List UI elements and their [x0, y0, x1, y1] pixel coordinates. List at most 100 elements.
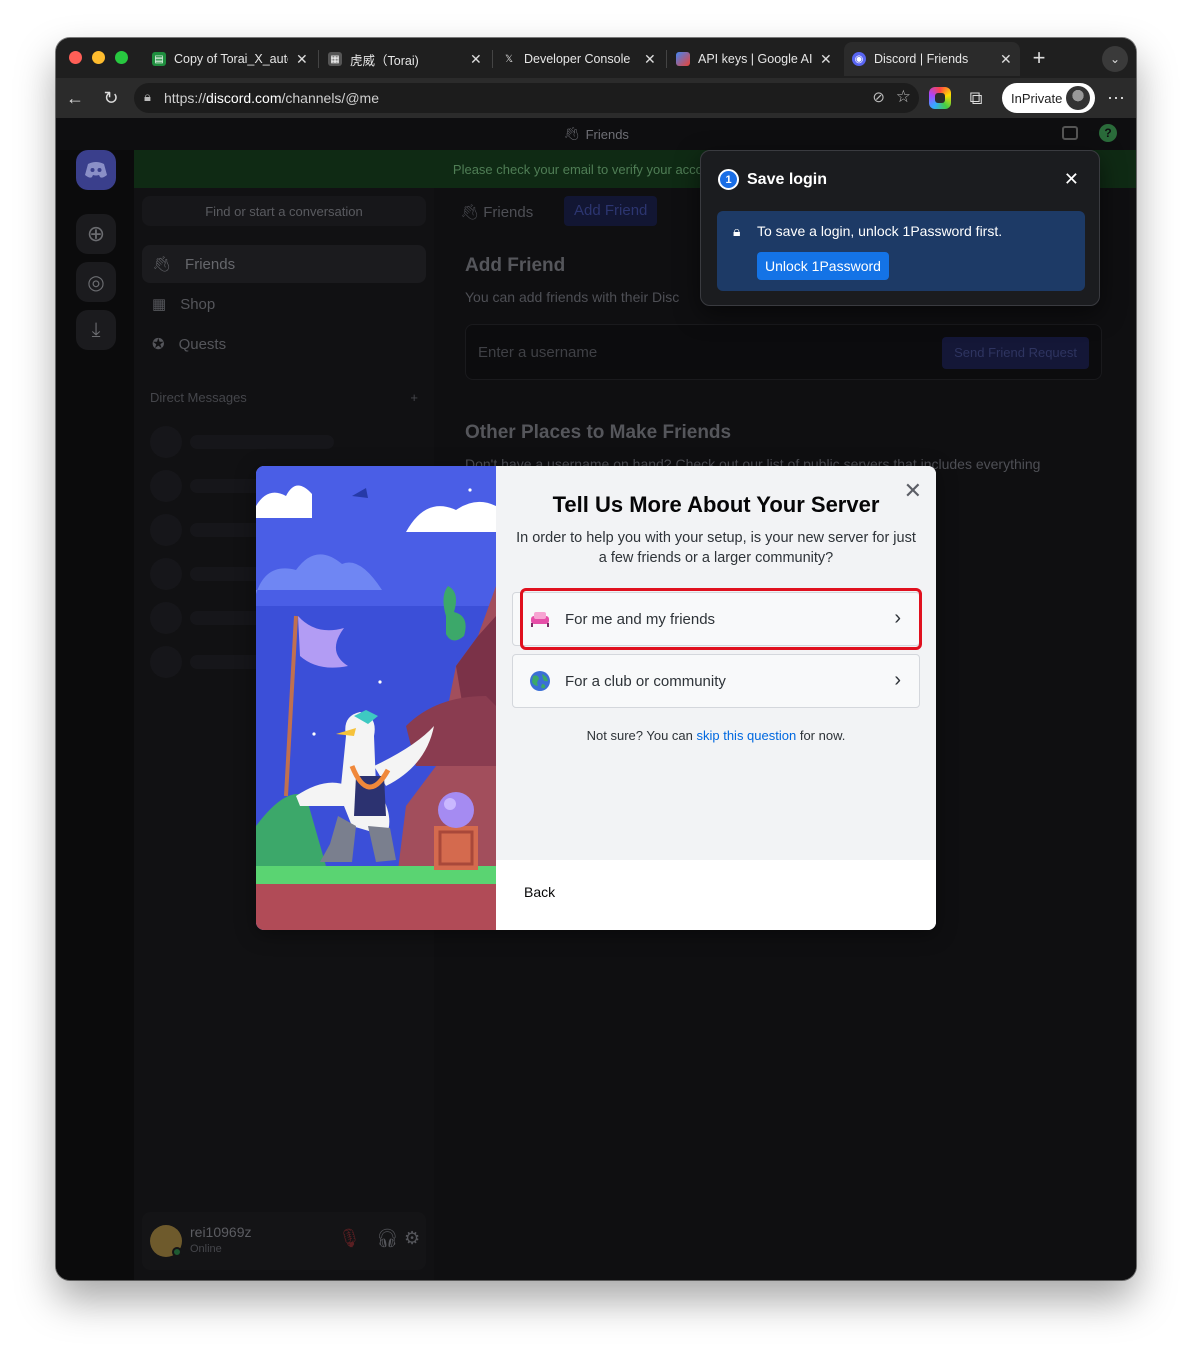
inbox-icon[interactable] [1062, 126, 1078, 140]
add-server-icon[interactable]: ⊕ [76, 214, 116, 254]
username-input[interactable]: Enter a username Send Friend Request [465, 324, 1102, 380]
color-extension-icon[interactable] [929, 87, 951, 109]
chevron-right-icon: › [894, 607, 901, 629]
sidebar-item-quests[interactable]: ✪ Quests [142, 325, 426, 363]
add-friend-title: Add Friend [465, 255, 566, 276]
tab-label: Discord | Friends [874, 52, 969, 66]
torai-icon: ▦ [328, 52, 342, 66]
profile-avatar [1066, 86, 1090, 110]
url-path: /channels/@me [281, 90, 379, 106]
x-logo-icon: 𝕏 [504, 53, 514, 65]
url-domain: discord.com [206, 90, 282, 106]
onepassword-message: To save a login, unlock 1Password first. [757, 223, 1003, 239]
tab-api-keys[interactable]: API keys | Google AI ✕ [668, 44, 840, 74]
download-apps-icon[interactable]: ⤓ [76, 310, 116, 350]
discover-compass-icon[interactable]: ◎ [76, 262, 116, 302]
server-list: ⊕ ◎ ⤓ [56, 150, 134, 1280]
sidebar-item-shop[interactable]: ▦ Shop [142, 285, 426, 323]
direct-messages-label: Direct Messages [150, 390, 247, 405]
close-window-button[interactable] [69, 51, 82, 64]
tab-label: Copy of Torai_X_auto [174, 52, 288, 66]
tracking-prevention-icon[interactable]: ⊘ [872, 88, 885, 106]
option-label: For me and my friends [565, 610, 716, 628]
quests-icon: ✪ [152, 336, 165, 353]
header-friends-label: Friends [483, 204, 534, 221]
server-setup-modal: Tell Us More About Your Server ✕ In orde… [256, 466, 936, 930]
help-icon[interactable]: ? [1099, 124, 1117, 142]
friends-wave-icon: 👋︎ [563, 126, 580, 141]
favorite-star-icon[interactable]: ☆ [896, 87, 911, 107]
headphones-icon[interactable]: 🎧︎ [376, 1228, 399, 1249]
close-tab-icon[interactable]: ✕ [644, 51, 656, 68]
onepassword-save-login-popup: 1 Save login ✕ 🔒︎ To save a login, unloc… [700, 150, 1100, 306]
unlock-onepassword-button[interactable]: Unlock 1Password [757, 252, 889, 280]
modal-subtitle: In order to help you with your setup, is… [516, 530, 916, 566]
onepassword-close-icon[interactable]: ✕ [1064, 169, 1079, 190]
window-title: 👋︎ Friends [56, 118, 1136, 150]
more-menu-icon[interactable]: ⋯ [1105, 87, 1127, 109]
modal-title: Tell Us More About Your Server [552, 492, 880, 517]
friends-icon: 👋︎ [152, 256, 172, 273]
onepassword-unlock-panel: 🔒︎ To save a login, unlock 1Password fir… [717, 211, 1085, 291]
inprivate-profile-button[interactable]: InPrivate [1002, 83, 1095, 113]
online-status-dot [172, 1247, 182, 1257]
close-tab-icon[interactable]: ✕ [1000, 51, 1012, 68]
google-ai-icon [676, 52, 690, 66]
username: rei10969z [190, 1224, 252, 1240]
chevron-right-icon: › [894, 669, 901, 691]
direct-messages-discord-icon[interactable] [76, 150, 116, 190]
extensions-puzzle-icon[interactable]: ⧉ [965, 87, 987, 109]
muted-mic-icon[interactable]: 🎙︎ [338, 1228, 361, 1249]
send-friend-request-button[interactable]: Send Friend Request [942, 337, 1089, 369]
create-dm-icon[interactable]: + [410, 390, 418, 405]
option-label: For a club or community [565, 672, 726, 690]
skip-question-link[interactable]: skip this question [696, 728, 796, 743]
reload-icon[interactable]: ↻ [100, 87, 122, 109]
option-me-and-friends[interactable]: For me and my friends › [512, 592, 920, 646]
username-placeholder: Enter a username [478, 344, 598, 361]
friends-couch-icon [531, 612, 549, 627]
tab-discord-friends[interactable]: ◉ Discord | Friends ✕ [844, 42, 1020, 76]
close-tab-icon[interactable]: ✕ [820, 51, 832, 68]
back-button[interactable]: Back [524, 884, 555, 900]
tab-list-chevron-icon[interactable]: ⌄ [1102, 46, 1128, 72]
tab-developer-console[interactable]: 𝕏 Developer Console ✕ [494, 44, 664, 74]
window-title-text: Friends [585, 126, 629, 142]
tab-label: 虎威（Torai) [350, 53, 419, 68]
skip-note: Not sure? You can skip this question for… [496, 728, 936, 743]
climbing-bird-illustration [256, 466, 496, 930]
maximize-window-button[interactable] [115, 51, 128, 64]
inprivate-label: InPrivate [1011, 90, 1063, 106]
user-status: Online [190, 1243, 222, 1255]
add-friend-description: You can add friends with their Disc [465, 289, 680, 305]
header-friends[interactable]: 👋︎ Friends [460, 203, 533, 221]
shop-icon: ▦ [152, 296, 167, 313]
dm-placeholder [150, 558, 270, 590]
browser-toolbar: ← ↻ 🔒︎ https://discord.com/channels/@me … [56, 78, 1136, 118]
skip-note-prefix: Not sure? You can [586, 728, 697, 743]
close-tab-icon[interactable]: ✕ [296, 51, 308, 68]
tab-torai[interactable]: ▦ 虎威（Torai) ✕ [320, 44, 490, 74]
tab-sheets[interactable]: ▤ Copy of Torai_X_auto ✕ [144, 44, 316, 74]
tab-label: Developer Console [524, 52, 631, 66]
sidebar-item-friends[interactable]: 👋︎ Friends [142, 245, 426, 283]
modal-content: Tell Us More About Your Server ✕ In orde… [496, 466, 936, 860]
new-tab-icon[interactable]: + [1028, 45, 1050, 70]
close-tab-icon[interactable]: ✕ [470, 51, 482, 68]
dm-placeholder [150, 426, 334, 458]
sidebar-item-label: Shop [180, 295, 216, 313]
user-panel: rei10969z Online 🎙︎ 🎧︎ ⚙ [142, 1212, 426, 1270]
option-club-or-community[interactable]: For a club or community › [512, 654, 920, 708]
user-settings-gear-icon[interactable]: ⚙ [404, 1228, 420, 1249]
address-bar[interactable]: 🔒︎ https://discord.com/channels/@me ⊘ ☆ [134, 83, 919, 113]
sidebar-item-label: Friends [185, 255, 236, 273]
modal-close-icon[interactable]: ✕ [904, 480, 922, 502]
direct-messages-header: Direct Messages + [150, 390, 418, 405]
minimize-window-button[interactable] [92, 51, 105, 64]
conversation-search[interactable]: Find or start a conversation [142, 196, 426, 226]
globe-icon [530, 671, 550, 691]
onepassword-logo-icon: 1 [718, 169, 739, 190]
back-arrow-icon[interactable]: ← [64, 87, 86, 109]
tab-add-friend[interactable]: Add Friend [564, 196, 658, 226]
other-places-title: Other Places to Make Friends [465, 422, 732, 443]
